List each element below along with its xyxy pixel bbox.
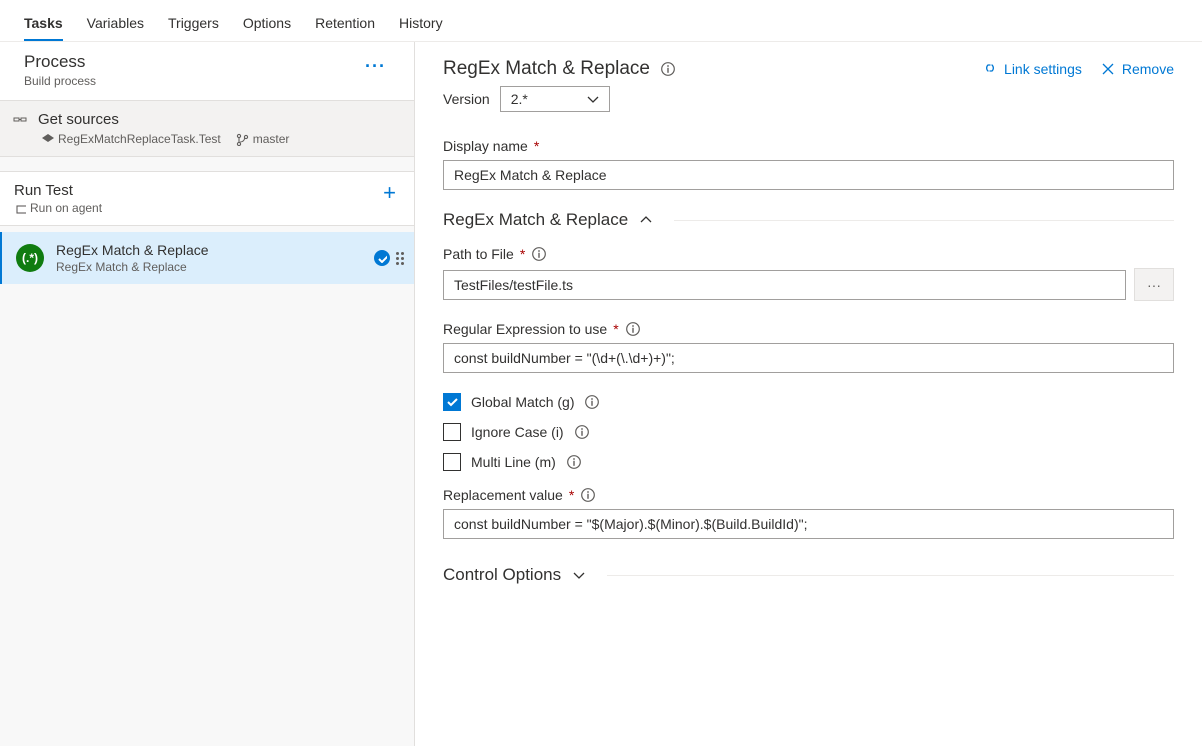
regex-input[interactable] (443, 343, 1174, 373)
display-name-input[interactable] (443, 160, 1174, 190)
info-icon[interactable] (574, 424, 590, 440)
section-title: RegEx Match & Replace (443, 210, 628, 230)
get-sources-title: Get sources (38, 111, 119, 128)
multi-line-label: Multi Line (m) (471, 454, 556, 470)
content-pane: RegEx Match & Replace Link settings Remo… (415, 42, 1202, 746)
task-badge-icon: (.*) (16, 244, 44, 272)
chevron-down-icon (585, 91, 601, 107)
task-status-icon (374, 250, 390, 266)
path-to-file-label: Path to File (443, 246, 514, 262)
tab-triggers[interactable]: Triggers (168, 15, 219, 41)
remove-button[interactable]: Remove (1100, 61, 1174, 77)
content-title: RegEx Match & Replace (443, 58, 650, 80)
link-settings-label: Link settings (1004, 61, 1082, 77)
info-icon[interactable] (566, 454, 582, 470)
agent-icon (14, 202, 26, 214)
task-drag-handle[interactable] (396, 252, 404, 265)
remove-label: Remove (1122, 61, 1174, 77)
section-regex-toggle[interactable]: RegEx Match & Replace (443, 210, 1174, 230)
ignore-case-label: Ignore Case (i) (471, 424, 564, 440)
tab-tasks[interactable]: Tasks (24, 15, 63, 41)
global-match-checkbox[interactable] (443, 393, 461, 411)
info-icon[interactable] (580, 487, 596, 503)
info-icon[interactable] (531, 246, 547, 262)
required-indicator: * (534, 138, 539, 154)
tab-history[interactable]: History (399, 15, 443, 41)
info-icon[interactable] (584, 394, 600, 410)
tab-retention[interactable]: Retention (315, 15, 375, 41)
chevron-down-icon (571, 567, 587, 583)
ignore-case-checkbox[interactable] (443, 423, 461, 441)
branch-icon (235, 132, 249, 146)
process-header[interactable]: Process Build process ··· (0, 42, 414, 101)
replacement-label: Replacement value (443, 487, 563, 503)
phase-item[interactable]: Run Test Run on agent + (0, 171, 414, 226)
link-settings-button[interactable]: Link settings (982, 61, 1082, 77)
section-control-options-toggle[interactable]: Control Options (443, 565, 1174, 585)
get-sources[interactable]: Get sources RegExMatchReplaceTask.Test m… (0, 101, 414, 157)
get-sources-branch: master (253, 132, 290, 146)
version-label: Version (443, 91, 490, 107)
close-icon (1100, 61, 1116, 77)
info-icon[interactable] (660, 61, 676, 77)
phase-subtitle: Run on agent (30, 201, 102, 215)
phase-title: Run Test (14, 182, 102, 199)
task-title: RegEx Match & Replace (56, 242, 362, 258)
task-item-regex[interactable]: (.*) RegEx Match & Replace RegEx Match &… (0, 232, 414, 284)
process-more-button[interactable]: ··· (361, 52, 390, 81)
task-subtitle: RegEx Match & Replace (56, 260, 362, 274)
info-icon[interactable] (625, 321, 641, 337)
process-subtitle: Build process (24, 74, 96, 88)
required-indicator: * (520, 246, 525, 262)
multi-line-checkbox[interactable] (443, 453, 461, 471)
required-indicator: * (613, 321, 618, 337)
regex-label: Regular Expression to use (443, 321, 607, 337)
chevron-up-icon (638, 212, 654, 228)
display-name-label: Display name (443, 138, 528, 154)
tab-options[interactable]: Options (243, 15, 291, 41)
tab-variables[interactable]: Variables (87, 15, 144, 41)
replacement-input[interactable] (443, 509, 1174, 539)
browse-button[interactable]: ··· (1134, 268, 1174, 301)
flow-icon (12, 112, 28, 128)
link-icon (982, 61, 998, 77)
version-selected: 2.* (511, 91, 528, 107)
get-sources-repo: RegExMatchReplaceTask.Test (58, 132, 221, 146)
process-title: Process (24, 52, 96, 72)
repo-icon (40, 132, 54, 146)
path-to-file-input[interactable] (443, 270, 1126, 300)
add-task-button[interactable]: + (377, 182, 402, 204)
required-indicator: * (569, 487, 574, 503)
sidebar: Process Build process ··· Get sources Re… (0, 42, 415, 746)
top-tabs: Tasks Variables Triggers Options Retenti… (0, 0, 1202, 42)
version-select[interactable]: 2.* (500, 86, 610, 112)
control-options-title: Control Options (443, 565, 561, 585)
global-match-label: Global Match (g) (471, 394, 574, 410)
